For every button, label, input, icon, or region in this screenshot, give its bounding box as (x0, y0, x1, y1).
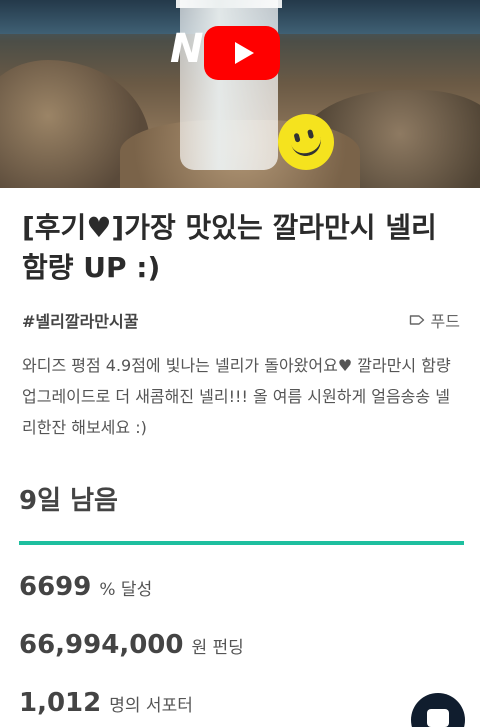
project-hashtag[interactable]: #넬리깔라만시꿀 (22, 308, 138, 332)
youtube-play-icon (234, 42, 254, 64)
project-title: [후기♥]가장 맛있는 깔라만시 넬리 함량 UP :) (22, 211, 437, 284)
stat-value: 66,994,000 (19, 630, 184, 660)
days-remaining: 9일 남음 (19, 486, 118, 516)
funding-progress-fill (19, 541, 464, 545)
stat-funding-amount: 66,994,000 원 펀딩 (19, 630, 244, 660)
tag-row: #넬리깔라만시꿀 푸드 (22, 308, 460, 332)
stat-value: 1,012 (19, 688, 102, 718)
category-label: 푸드 (430, 312, 460, 331)
stat-achievement: 6699 % 달성 (19, 572, 152, 602)
stat-unit: 명의 서포터 (109, 696, 193, 716)
stat-unit: 원 펀딩 (191, 638, 244, 658)
chat-button[interactable] (411, 693, 465, 727)
funding-progress-bar (19, 541, 464, 545)
video-thumbnail[interactable]: N :) (0, 0, 480, 188)
stat-unit: % 달성 (99, 580, 153, 600)
stat-value: 6699 (19, 572, 92, 602)
project-description: 와디즈 평점 4.9점에 빛나는 넬리가 돌아왔어요♥ 깔라만시 함량 업그레이… (22, 356, 451, 437)
youtube-play-button[interactable] (204, 26, 280, 80)
category-link[interactable]: 푸드 (409, 308, 460, 332)
tag-icon (409, 315, 424, 325)
stat-supporters: 1,012 명의 서포터 (19, 688, 193, 718)
chat-icon (427, 709, 449, 727)
